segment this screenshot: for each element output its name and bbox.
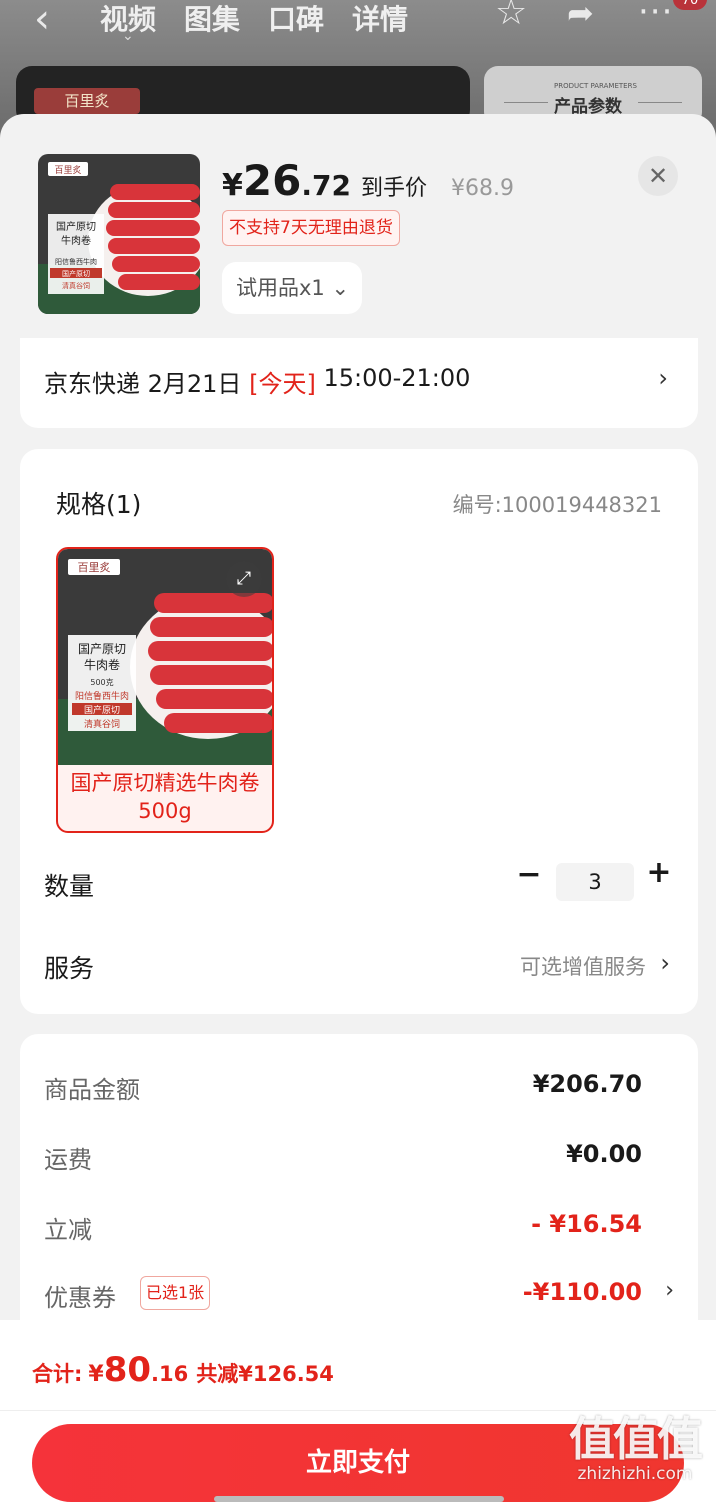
spec-option-selected[interactable]: 百里炙 国产原切 牛肉卷 500克 阳信鲁西牛肉 国产原切 清真谷饲 ⤢ 国产原…	[56, 547, 274, 833]
thumb-text: 清真谷饲	[62, 281, 90, 290]
thumb-text: 牛肉卷	[61, 234, 91, 247]
home-indicator[interactable]	[214, 1496, 504, 1502]
variant-selector[interactable]: 试用品x1 ⌄	[222, 262, 362, 314]
more-icon[interactable]: ···	[638, 0, 673, 32]
divider	[0, 1410, 716, 1411]
price-summary: 商品金额 ¥206.70 运费 ¥0.00 立减 - ¥16.54 优惠券 已选…	[20, 1034, 698, 1364]
watermark-text: 值值值	[569, 1412, 703, 1466]
divider	[638, 102, 682, 103]
share-icon[interactable]: ➦	[567, 0, 594, 32]
quantity-label: 数量	[44, 872, 95, 901]
tab-reviews[interactable]: 口碑	[268, 0, 324, 38]
params-subtitle: PRODUCT PARAMETERS	[554, 82, 637, 90]
coupon-label: 优惠券	[44, 1284, 116, 1312]
close-button[interactable]: ✕	[638, 156, 678, 196]
star-icon[interactable]: ☆	[495, 0, 527, 33]
spec-image-text: 国产原切	[78, 642, 126, 656]
total-integer: 80	[103, 1350, 152, 1390]
delivery-today: [今天]	[249, 370, 316, 398]
divider	[504, 102, 548, 103]
watermark-logo: 值值值 zhizhizhi.com	[560, 1414, 710, 1484]
delivery-text: 京东快递 2月21日 [今天] 15:00-21:00	[44, 364, 470, 399]
goods-amount-label: 商品金额	[44, 1076, 140, 1104]
back-arrow-icon[interactable]: ‹	[34, 0, 50, 42]
total-label: 合计:	[32, 1362, 83, 1386]
price-currency: ¥	[222, 168, 243, 203]
product-thumbnail[interactable]: 百里炙 国产原切 牛肉卷 阳信鲁西牛肉 国产原切 清真谷饲	[38, 154, 200, 314]
price-row: ¥ 26 .72 到手价 ¥68.9	[222, 156, 514, 205]
summary-row-shipping: 运费 ¥0.00	[44, 1140, 674, 1180]
spec-image-brand: 百里炙	[78, 560, 111, 574]
expand-icon[interactable]: ⤢	[226, 561, 262, 597]
delivery-time: 15:00-21:00	[315, 364, 471, 392]
total-currency: ¥	[88, 1362, 104, 1387]
total-row: 合计: ¥ 80 .16 共减¥126.54	[32, 1350, 334, 1390]
spec-title: 规格(1)	[56, 490, 142, 519]
product-tabs: 视频 图集 口碑 详情	[100, 0, 408, 38]
thumb-text: 国产原切	[56, 220, 96, 233]
service-option[interactable]: 可选增值服务	[520, 951, 646, 981]
thumb-brand: 百里炙	[54, 164, 81, 176]
discount-value: - ¥16.54	[531, 1210, 642, 1238]
chevron-right-icon: ›	[658, 364, 668, 392]
price-label: 到手价	[360, 176, 427, 201]
price-decimal: .72	[301, 169, 351, 202]
chevron-down-icon: ⌄	[122, 28, 134, 44]
spec-image-text: 国产原切	[84, 704, 120, 716]
watermark-url: zhizhizhi.com	[577, 1464, 693, 1484]
summary-row-goods: 商品金额 ¥206.70	[44, 1070, 674, 1110]
sheet-header: 百里炙 国产原切 牛肉卷 阳信鲁西牛肉 国产原切 清真谷饲 ¥ 26 .72 到…	[0, 114, 716, 344]
discount-label: 立减	[44, 1216, 92, 1244]
notification-badge: 70	[673, 0, 707, 10]
spec-image-text: 500克	[90, 678, 113, 687]
spec-image-text: 阳信鲁西牛肉	[75, 690, 129, 702]
coupon-value: -¥110.00	[522, 1278, 642, 1306]
quantity-increase-button[interactable]: +	[644, 855, 674, 895]
summary-row-discount: 立减 - ¥16.54	[44, 1210, 674, 1250]
summary-row-coupon[interactable]: 优惠券 已选1张 -¥110.00 ›	[44, 1276, 674, 1318]
service-label: 服务	[44, 954, 95, 983]
spec-option-name: 国产原切精选牛肉卷500g	[70, 771, 260, 823]
delivery-date: 2月21日	[140, 370, 250, 398]
spec-image-text: 清真谷饲	[84, 718, 120, 730]
shipping-value: ¥0.00	[566, 1140, 642, 1168]
tab-gallery[interactable]: 图集	[184, 0, 240, 38]
chevron-right-icon: ›	[665, 1278, 674, 1303]
chevron-right-icon: ›	[660, 949, 670, 977]
quantity-input[interactable]: 3	[556, 863, 634, 901]
brand-logo: 百里炙	[34, 88, 140, 114]
spec-section: 规格(1) 编号:100019448321 百里炙 国产原切 牛肉卷 500克 …	[20, 449, 698, 1014]
goods-amount-value: ¥206.70	[532, 1070, 642, 1098]
coupon-selected-tag: 已选1张	[140, 1276, 211, 1310]
thumb-text: 阳信鲁西牛肉	[55, 257, 97, 266]
original-price: ¥68.9	[450, 176, 514, 201]
shipping-label: 运费	[44, 1146, 92, 1174]
delivery-info[interactable]: 京东快递 2月21日 [今天] 15:00-21:00 ›	[20, 338, 698, 428]
quantity-decrease-button[interactable]: −	[514, 857, 544, 897]
total-decimal: .16	[151, 1362, 189, 1386]
thumb-text: 国产原切	[62, 269, 90, 278]
close-icon: ✕	[647, 162, 669, 190]
purchase-sheet: 百里炙 国产原切 牛肉卷 阳信鲁西牛肉 国产原切 清真谷饲 ¥ 26 .72 到…	[0, 114, 716, 1504]
tab-details[interactable]: 详情	[352, 0, 408, 38]
delivery-carrier: 京东快递	[44, 370, 140, 398]
return-policy-tag: 不支持7天无理由退货	[222, 210, 400, 246]
total-saved: 共减¥126.54	[196, 1362, 334, 1386]
price-integer: 26	[242, 156, 302, 205]
spec-image-text: 牛肉卷	[84, 657, 120, 672]
sku-number: 编号:100019448321	[452, 493, 662, 517]
